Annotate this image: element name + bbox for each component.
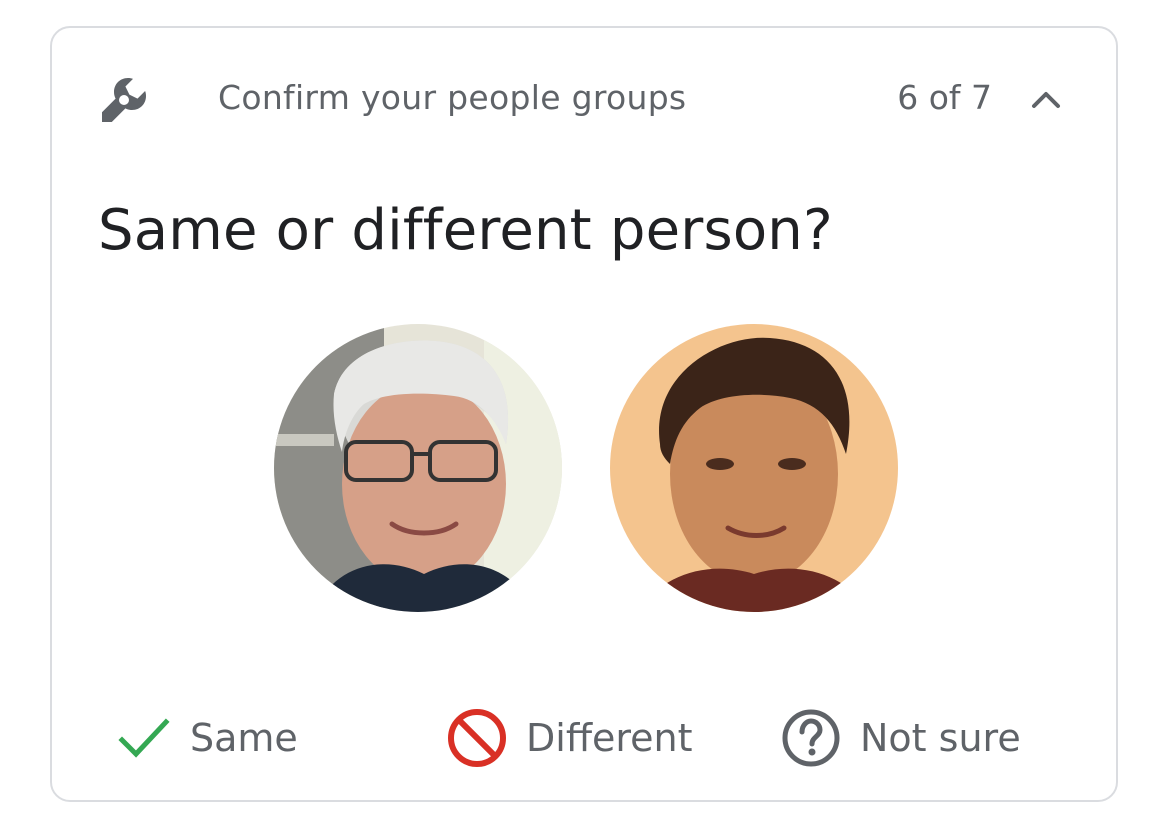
help-circle-icon bbox=[782, 709, 840, 767]
check-icon bbox=[118, 718, 170, 758]
same-button[interactable]: Same bbox=[116, 706, 298, 770]
chevron-up-icon[interactable] bbox=[1026, 78, 1066, 118]
wrench-icon bbox=[98, 74, 150, 126]
same-label: Same bbox=[190, 716, 298, 760]
progress-counter: 6 of 7 bbox=[897, 78, 992, 117]
face-thumbnail-older bbox=[274, 324, 562, 612]
not-sure-button[interactable]: Not sure bbox=[780, 706, 1021, 770]
answer-actions: Same Different Not sure bbox=[52, 698, 1116, 778]
face-thumbnail-younger bbox=[610, 324, 898, 612]
block-icon bbox=[448, 709, 506, 767]
question-heading: Same or different person? bbox=[98, 198, 833, 263]
face-comparison bbox=[52, 324, 1116, 616]
not-sure-label: Not sure bbox=[860, 716, 1021, 760]
different-button[interactable]: Different bbox=[446, 706, 693, 770]
card-title: Confirm your people groups bbox=[218, 78, 687, 117]
different-label: Different bbox=[526, 716, 693, 760]
people-groups-card: Confirm your people groups 6 of 7 Same o… bbox=[50, 26, 1118, 802]
card-header: Confirm your people groups 6 of 7 bbox=[52, 28, 1116, 168]
